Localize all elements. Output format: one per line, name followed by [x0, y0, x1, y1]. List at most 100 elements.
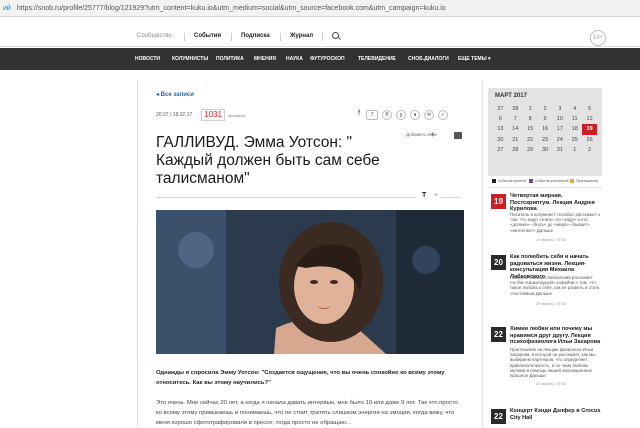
calendar-day[interactable]: 16	[538, 124, 553, 134]
calendar-day[interactable]: 29	[523, 145, 538, 155]
legend-member-events: События участников	[529, 179, 569, 183]
livejournal-icon[interactable]: ✓	[438, 110, 448, 120]
calendar-day[interactable]: 6	[493, 114, 508, 124]
calendar-day[interactable]: 17	[552, 124, 567, 134]
calendar-day[interactable]: 2	[582, 145, 597, 155]
calendar-day[interactable]: 1	[567, 145, 582, 155]
nav-community-link[interactable]: Сообщество	[137, 33, 172, 39]
odnoklassniki-icon[interactable]: ●	[410, 110, 420, 120]
rubric-television[interactable]: ТЕЛЕВИДЕНИЕ	[358, 56, 396, 62]
age-rating-badge: 18+	[590, 30, 606, 46]
calendar-day[interactable]: 20	[493, 135, 508, 145]
legend-label: События проекта	[498, 179, 527, 183]
rubric-futuroscope[interactable]: ФУТУРОСКОП	[310, 56, 345, 62]
event-description: Писатель и колумнист «Сноба» расскажет о…	[510, 212, 601, 233]
rubric-dialogues[interactable]: СНОБ.ДИАЛОГИ	[408, 56, 449, 62]
rubric-opinions[interactable]: МНЕНИЯ	[254, 56, 276, 62]
rubric-more-dropdown[interactable]: ЕЩЕ ТЕМЫ ▾	[458, 56, 491, 62]
calendar-day[interactable]: 23	[538, 135, 553, 145]
rubric-science[interactable]: НАУКА	[286, 56, 303, 62]
views-label: просмотр	[228, 113, 246, 118]
calendar-day[interactable]: 13	[493, 124, 508, 134]
calendar-day[interactable]: 21	[508, 135, 523, 145]
calendar-day[interactable]: 31	[552, 145, 567, 155]
nav-divider	[280, 33, 281, 41]
calendar-week-row: 27 28 1 2 3 4 5	[493, 104, 597, 114]
sidebar: МАРТ 2017 27 28 1 2 3 4 5 6 7 8 9 10 11 12 13 14 15 16 17 1…	[488, 88, 602, 427]
calendar-week-row: 20 21 22 23 24 25 26	[493, 135, 597, 145]
event-title[interactable]: Химия любви или почему мы нравимся друг …	[510, 326, 602, 346]
calendar-day[interactable]: 4	[567, 104, 582, 114]
share-count: 7	[366, 110, 378, 120]
legend-project-events: События проекта	[492, 179, 527, 183]
facebook-icon[interactable]: f	[354, 110, 364, 120]
article-body: Это очень. Мне сейчас 20 лет, а когда я …	[156, 400, 458, 426]
event-meta: 19 марта / 15:00	[536, 237, 567, 242]
calendar-day[interactable]: 5	[582, 104, 597, 114]
calendar-day[interactable]: 28	[508, 145, 523, 155]
calendar-day[interactable]: 19	[582, 124, 598, 135]
event-description: Приглашаем на лекцию физиолога Ильи Заха…	[510, 347, 596, 379]
legend-label: События участников	[535, 179, 569, 183]
calendar-day[interactable]: 22	[523, 135, 538, 145]
all-posts-link[interactable]: ◂ Все записи	[156, 91, 194, 98]
calendar-week-row: 6 7 8 9 10 11 12	[493, 114, 597, 124]
calendar-day[interactable]: 24	[552, 135, 567, 145]
calendar-day[interactable]: 11	[567, 114, 582, 124]
calendar-day[interactable]: 9	[538, 114, 553, 124]
calendar-day[interactable]: 12	[582, 114, 597, 124]
google-icon[interactable]: g	[396, 110, 406, 120]
calendar-day[interactable]: 14	[508, 124, 523, 134]
post-title: ГАЛЛИВУД. Эмма Уотсон: " Каждый должен б…	[156, 134, 380, 187]
calendar-day[interactable]: 27	[493, 104, 508, 114]
rubric-politics[interactable]: ПОЛИТИКА	[216, 56, 244, 62]
event-title[interactable]: Четвертая мирная. Постскриптум. Лекция А…	[510, 193, 602, 213]
calendar-day[interactable]: 15	[523, 124, 538, 134]
nav-divider	[184, 33, 185, 41]
article-column: ◂ Все записи 20:37 / 18.02.17 1031 просм…	[137, 80, 483, 427]
event-day-badge: 19	[491, 194, 506, 209]
calendar-day[interactable]: 10	[552, 114, 567, 124]
portrait-illustration	[156, 210, 464, 354]
rubric-columnists[interactable]: КОЛУМНИСТЫ	[172, 56, 208, 62]
event-meta: 22 марта / 19:30	[536, 381, 567, 386]
event-calendar: МАРТ 2017 27 28 1 2 3 4 5 6 7 8 9 10 11 12 13 14 15 16 17 1…	[488, 88, 602, 176]
calendar-day[interactable]: 3	[552, 104, 567, 114]
calendar-day[interactable]: 26	[582, 135, 597, 145]
rubric-navigation: НОВОСТИ КОЛУМНИСТЫ ПОЛИТИКА МНЕНИЯ НАУКА…	[0, 48, 640, 70]
nav-subscription-link[interactable]: Подписка	[241, 33, 270, 39]
calendar-day[interactable]: 30	[538, 145, 553, 155]
tab-title-fragment: ий	[3, 5, 11, 12]
font-increase-icon[interactable]: +	[434, 192, 438, 199]
mail-icon[interactable]: ✉	[424, 110, 434, 120]
article-intro: Однажды я спросила Эмму Уотсон: "Создает…	[156, 370, 445, 386]
calendar-day[interactable]: 2	[538, 104, 553, 114]
vk-icon[interactable]: B	[382, 110, 392, 120]
calendar-day[interactable]: 28	[508, 104, 523, 114]
rubric-news[interactable]: НОВОСТИ	[135, 56, 160, 62]
print-icon[interactable]	[454, 132, 462, 139]
calendar-day[interactable]: 7	[508, 114, 523, 124]
address-bar[interactable]: ий https://snob.ru/profile/25777/blog/121…	[0, 0, 640, 17]
font-size-icon[interactable]: T	[422, 192, 426, 199]
add-favorite-plus-icon[interactable]: +	[430, 130, 435, 139]
calendar-day[interactable]: 27	[493, 145, 508, 155]
calendar-day[interactable]: 1	[523, 104, 538, 114]
font-divider	[441, 197, 461, 198]
calendar-day[interactable]: 25	[567, 135, 582, 145]
top-navigation: Сообщество События Подписка Журнал	[0, 27, 640, 47]
nav-events-link[interactable]: События	[194, 33, 221, 39]
search-icon[interactable]	[332, 32, 339, 39]
nav-magazine-link[interactable]: Журнал	[290, 33, 313, 39]
legend-invitations: Приглашения	[570, 179, 598, 183]
views-counter: 1031	[201, 109, 225, 121]
event-day-badge: 22	[491, 409, 506, 424]
url-text[interactable]: https://snob.ru/profile/25777/blog/12192…	[17, 5, 446, 12]
calendar-grid: 27 28 1 2 3 4 5 6 7 8 9 10 11 12 13 14 15 16 17 18 19 20 21 22 2…	[493, 104, 598, 155]
calendar-day[interactable]: 18	[567, 124, 582, 134]
title-divider	[156, 197, 416, 198]
event-title[interactable]: Концерт Кэнди Дэлфер в Crocus City Hall	[510, 408, 602, 421]
calendar-legend: События проекта События участников Пригл…	[488, 176, 602, 188]
nav-divider	[231, 33, 232, 41]
calendar-day[interactable]: 8	[523, 114, 538, 124]
